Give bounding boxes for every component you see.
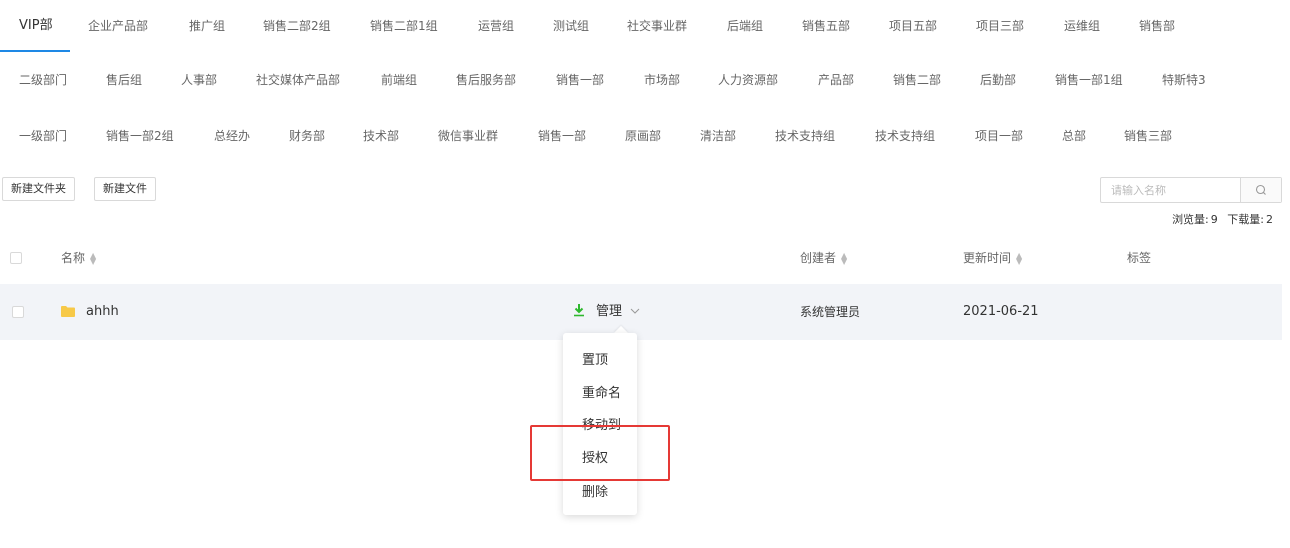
new-folder-button[interactable]: 新建文件夹	[2, 177, 75, 201]
department-tabs-row-2: 二级部门 售后组 人事部 社交媒体产品部 前端组 售后服务部 销售一部 市场部 …	[0, 54, 1290, 106]
tab-item[interactable]: 产品部	[818, 54, 854, 106]
updated-cell: 2021-06-21	[963, 304, 1039, 319]
menu-item-rename[interactable]: 重命名	[582, 382, 621, 401]
new-file-button[interactable]: 新建文件	[94, 177, 156, 201]
tab-item[interactable]: 销售三部	[1124, 110, 1172, 162]
tab-item[interactable]: 销售一部2组	[106, 110, 174, 162]
tab-item[interactable]: 后勤部	[980, 54, 1016, 106]
tab-item[interactable]: 销售二部2组	[263, 0, 331, 52]
column-name[interactable]: 名称 ▲ ▼	[61, 232, 96, 284]
tab-item[interactable]: 社交事业群	[627, 0, 687, 52]
tab-item[interactable]: 运营组	[478, 0, 514, 52]
table-header: 名称 ▲ ▼ 创建者 ▲ ▼ 更新时间 ▲ ▼ 标签	[0, 232, 1282, 284]
tab-item[interactable]: 人力资源部	[718, 54, 778, 106]
tab-item[interactable]: 销售一部1组	[1055, 54, 1123, 106]
tab-item[interactable]: 特斯特3	[1162, 54, 1206, 106]
tab-item[interactable]: 总部	[1062, 110, 1086, 162]
tab-vip[interactable]: VIP部	[19, 0, 53, 52]
stats-bar: 浏览量: 9 下载量: 2	[1166, 211, 1273, 227]
column-tags-label: 标签	[1127, 251, 1152, 265]
column-creator[interactable]: 创建者 ▲ ▼	[800, 232, 847, 284]
tab-item[interactable]: 销售部	[1139, 0, 1175, 52]
menu-item-delete[interactable]: 删除	[582, 481, 608, 500]
sort-icon: ▲ ▼	[90, 250, 97, 266]
search-input[interactable]	[1101, 178, 1241, 202]
department-tabs-row-3: 一级部门 销售一部2组 总经办 财务部 技术部 微信事业群 销售一部 原画部 清…	[0, 110, 1290, 162]
tab-item[interactable]: 项目五部	[889, 0, 937, 52]
views-label: 浏览量:	[1172, 213, 1209, 226]
downloads-count: 2	[1266, 213, 1273, 226]
column-tags: 标签	[1127, 232, 1151, 284]
tab-item[interactable]: 技术部	[363, 110, 399, 162]
menu-item-pin-top[interactable]: 置顶	[582, 349, 608, 368]
tab-item[interactable]: 清洁部	[700, 110, 736, 162]
column-name-label: 名称	[61, 251, 86, 265]
column-creator-label: 创建者	[800, 251, 837, 265]
tab-item[interactable]: 后端组	[727, 0, 763, 52]
tab-item[interactable]: 销售一部	[556, 54, 604, 106]
select-all-checkbox[interactable]	[10, 252, 22, 264]
search-button[interactable]	[1240, 178, 1281, 202]
search-icon	[1255, 184, 1266, 195]
tab-item[interactable]: 销售二部1组	[370, 0, 438, 52]
tab-item[interactable]: 项目三部	[976, 0, 1024, 52]
tab-item[interactable]: 企业产品部	[88, 0, 148, 52]
folder-icon	[61, 306, 75, 317]
sort-icon: ▲ ▼	[841, 250, 848, 266]
tab-item[interactable]: 运维组	[1064, 0, 1100, 52]
tab-item[interactable]: 售后组	[106, 54, 142, 106]
column-updated[interactable]: 更新时间 ▲ ▼	[963, 232, 1022, 284]
chevron-down-icon	[630, 308, 640, 314]
views-count: 9	[1210, 213, 1218, 226]
tab-item[interactable]: 项目一部	[975, 110, 1023, 162]
tab-item[interactable]: 技术支持组	[775, 110, 835, 162]
tab-item[interactable]: 社交媒体产品部	[256, 54, 340, 106]
tab-item[interactable]: 原画部	[625, 110, 661, 162]
tab-item[interactable]: 微信事业群	[438, 110, 498, 162]
table-row[interactable]: ahhh 管理 系统管理员 2021-06-21	[0, 284, 1282, 340]
tab-item[interactable]: 销售五部	[802, 0, 850, 52]
tab-item[interactable]: 前端组	[381, 54, 417, 106]
sort-icon: ▲ ▼	[1016, 250, 1023, 266]
file-name[interactable]: ahhh	[86, 284, 119, 340]
tab-item[interactable]: 二级部门	[19, 54, 67, 106]
tab-item[interactable]: 人事部	[181, 54, 217, 106]
highlight-box	[530, 425, 670, 481]
department-tabs-row-1: VIP部 企业产品部 推广组 销售二部2组 销售二部1组 运营组 测试组 社交事…	[0, 0, 1290, 52]
tab-item[interactable]: 一级部门	[19, 110, 67, 162]
search-box	[1100, 177, 1282, 203]
active-tab-indicator	[0, 50, 70, 52]
tab-item[interactable]: 财务部	[289, 110, 325, 162]
download-icon[interactable]	[573, 303, 585, 317]
tab-item[interactable]: 售后服务部	[456, 54, 516, 106]
row-checkbox[interactable]	[12, 306, 24, 318]
tab-item[interactable]: 销售二部	[893, 54, 941, 106]
tab-item[interactable]: 销售一部	[538, 110, 586, 162]
tab-item[interactable]: 市场部	[644, 54, 680, 106]
tab-item[interactable]: 总经办	[214, 110, 250, 162]
creator-cell: 系统管理员	[800, 305, 861, 319]
downloads-label: 下载量:	[1227, 213, 1264, 226]
manage-label: 管理	[596, 304, 623, 319]
tab-item[interactable]: 测试组	[553, 0, 589, 52]
tab-item[interactable]: 技术支持组	[875, 110, 935, 162]
column-updated-label: 更新时间	[963, 251, 1012, 265]
tab-item[interactable]: 推广组	[189, 0, 225, 52]
